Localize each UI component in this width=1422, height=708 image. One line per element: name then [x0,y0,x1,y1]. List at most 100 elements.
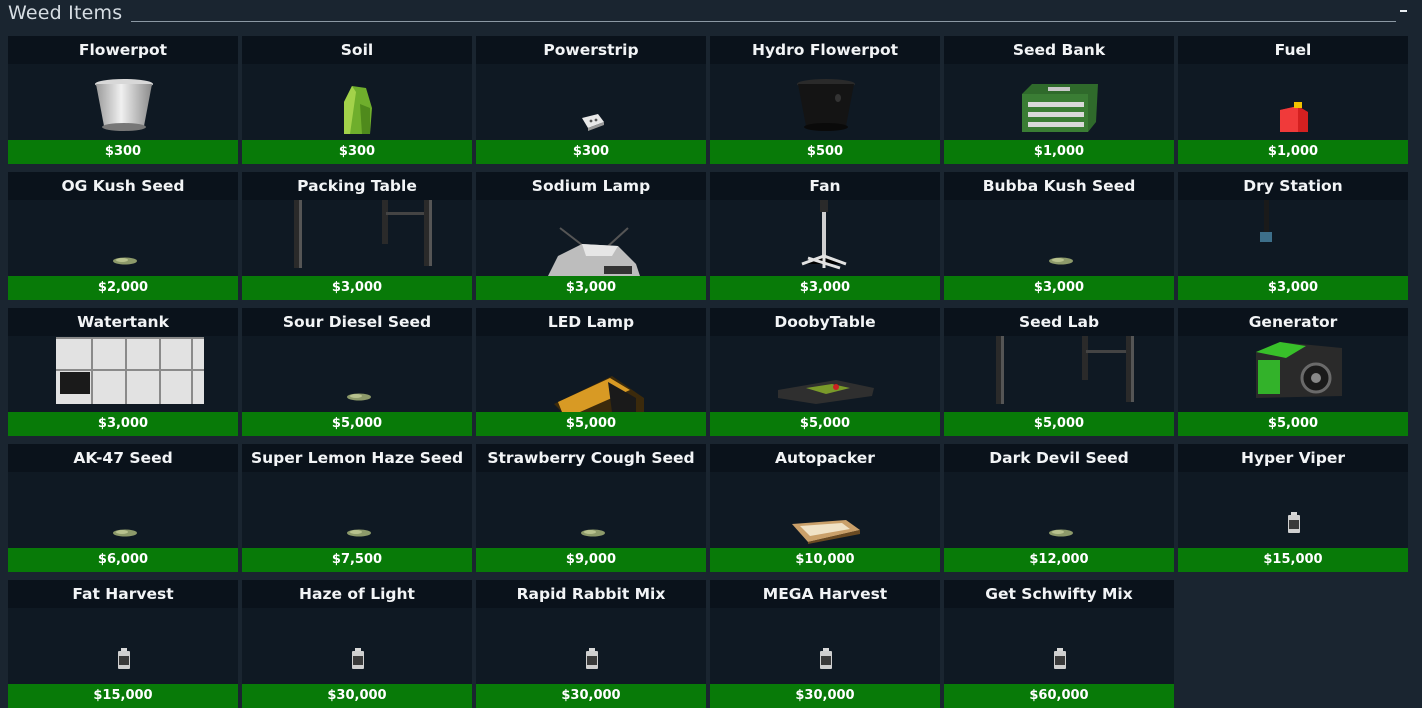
item-card[interactable]: DoobyTable $5,000 [710,308,940,436]
item-name: Seed Bank [944,36,1174,64]
item-card[interactable]: Rapid Rabbit Mix $30,000 [476,580,706,708]
buy-price-button[interactable]: $3,000 [944,276,1174,300]
fan-stand-icon [794,200,854,270]
item-name: Dry Station [1178,172,1408,200]
item-card[interactable]: Hyper Viper $15,000 [1178,444,1408,572]
buy-price-button[interactable]: $3,000 [1178,276,1408,300]
item-card[interactable]: MEGA Harvest $30,000 [710,580,940,708]
item-image [476,200,706,276]
buy-price-button[interactable]: $5,000 [476,412,706,436]
item-name: Get Schwifty Mix [944,580,1174,608]
sodium-lamp-icon [546,226,642,276]
fertilizer-bottle-icon [584,648,600,670]
item-card[interactable]: Get Schwifty Mix $60,000 [944,580,1174,708]
item-card[interactable]: Hydro Flowerpot $500 [710,36,940,164]
buy-price-button[interactable]: $9,000 [476,548,706,572]
item-name: Soil [242,36,472,64]
item-name: Sour Diesel Seed [242,308,472,336]
item-card[interactable]: Fat Harvest $15,000 [8,580,238,708]
buy-price-button[interactable]: $7,500 [242,548,472,572]
item-image [710,608,940,684]
item-card[interactable]: AK-47 Seed $6,000 [8,444,238,572]
buy-price-button[interactable]: $2,000 [8,276,238,300]
buy-price-button[interactable]: $300 [242,140,472,164]
item-card[interactable]: Packing Table $3,000 [242,172,472,300]
item-image [242,64,472,140]
fertilizer-bottle-icon [1286,512,1302,534]
item-card[interactable]: OG Kush Seed $2,000 [8,172,238,300]
item-name: Fat Harvest [8,580,238,608]
buy-price-button[interactable]: $5,000 [242,412,472,436]
buy-price-button[interactable]: $15,000 [8,684,238,708]
item-name: Bubba Kush Seed [944,172,1174,200]
dooby-table-icon [776,376,876,406]
item-grid: Flowerpot $300 Soil $300 Powerstrip $300 Hy… [8,36,1408,708]
item-name: Super Lemon Haze Seed [242,444,472,472]
buy-price-button[interactable]: $15,000 [1178,548,1408,572]
item-card[interactable]: Watertank $3,000 [8,308,238,436]
item-image [944,336,1174,412]
item-card[interactable]: Generator $5,000 [1178,308,1408,436]
buy-price-button[interactable]: $300 [8,140,238,164]
item-image [1178,336,1408,412]
minimize-button[interactable] [1400,2,1408,18]
buy-price-button[interactable]: $10,000 [710,548,940,572]
watertank-icon [52,336,208,406]
buy-price-button[interactable]: $30,000 [476,684,706,708]
buy-price-button[interactable]: $500 [710,140,940,164]
item-name: Packing Table [242,172,472,200]
item-image [476,608,706,684]
buy-price-button[interactable]: $60,000 [944,684,1174,708]
generator-icon [1250,338,1346,406]
buy-price-button[interactable]: $3,000 [476,276,706,300]
item-card[interactable]: Sour Diesel Seed $5,000 [242,308,472,436]
item-image [944,608,1174,684]
buy-price-button[interactable]: $300 [476,140,706,164]
buy-price-button[interactable]: $30,000 [710,684,940,708]
buy-price-button[interactable]: $5,000 [944,412,1174,436]
item-card[interactable]: Seed Bank $1,000 [944,36,1174,164]
item-card[interactable]: Powerstrip $300 [476,36,706,164]
seed-icon [112,528,138,538]
item-card[interactable]: Strawberry Cough Seed $9,000 [476,444,706,572]
buy-price-button[interactable]: $1,000 [1178,140,1408,164]
item-image [476,336,706,412]
item-image [1178,64,1408,140]
item-name: Hyper Viper [1178,444,1408,472]
seed-bank-icon [1018,82,1100,134]
item-name: OG Kush Seed [8,172,238,200]
buy-price-button[interactable]: $12,000 [944,548,1174,572]
buy-price-button[interactable]: $3,000 [710,276,940,300]
item-card[interactable]: Autopacker $10,000 [710,444,940,572]
item-card[interactable]: Seed Lab $5,000 [944,308,1174,436]
item-card[interactable]: Haze of Light $30,000 [242,580,472,708]
item-image [1178,472,1408,548]
panel-title: Weed Items [8,2,123,24]
item-card[interactable]: Dry Station $3,000 [1178,172,1408,300]
item-name: Strawberry Cough Seed [476,444,706,472]
buy-price-button[interactable]: $30,000 [242,684,472,708]
item-card[interactable]: Soil $300 [242,36,472,164]
item-card[interactable]: Bubba Kush Seed $3,000 [944,172,1174,300]
item-image [710,64,940,140]
buy-price-button[interactable]: $3,000 [8,412,238,436]
item-card[interactable]: Dark Devil Seed $12,000 [944,444,1174,572]
item-card[interactable]: Super Lemon Haze Seed $7,500 [242,444,472,572]
packing-table-icon [290,200,440,270]
item-image [710,200,940,276]
buy-price-button[interactable]: $5,000 [1178,412,1408,436]
seed-icon [346,392,372,402]
buy-price-button[interactable]: $6,000 [8,548,238,572]
item-card[interactable]: LED Lamp $5,000 [476,308,706,436]
fertilizer-bottle-icon [350,648,366,670]
buy-price-button[interactable]: $3,000 [242,276,472,300]
item-card[interactable]: Fuel $1,000 [1178,36,1408,164]
item-card[interactable]: Sodium Lamp $3,000 [476,172,706,300]
seed-icon [1048,256,1074,266]
item-card[interactable]: Flowerpot $300 [8,36,238,164]
item-name: DoobyTable [710,308,940,336]
item-image [242,200,472,276]
item-card[interactable]: Fan $3,000 [710,172,940,300]
buy-price-button[interactable]: $1,000 [944,140,1174,164]
buy-price-button[interactable]: $5,000 [710,412,940,436]
